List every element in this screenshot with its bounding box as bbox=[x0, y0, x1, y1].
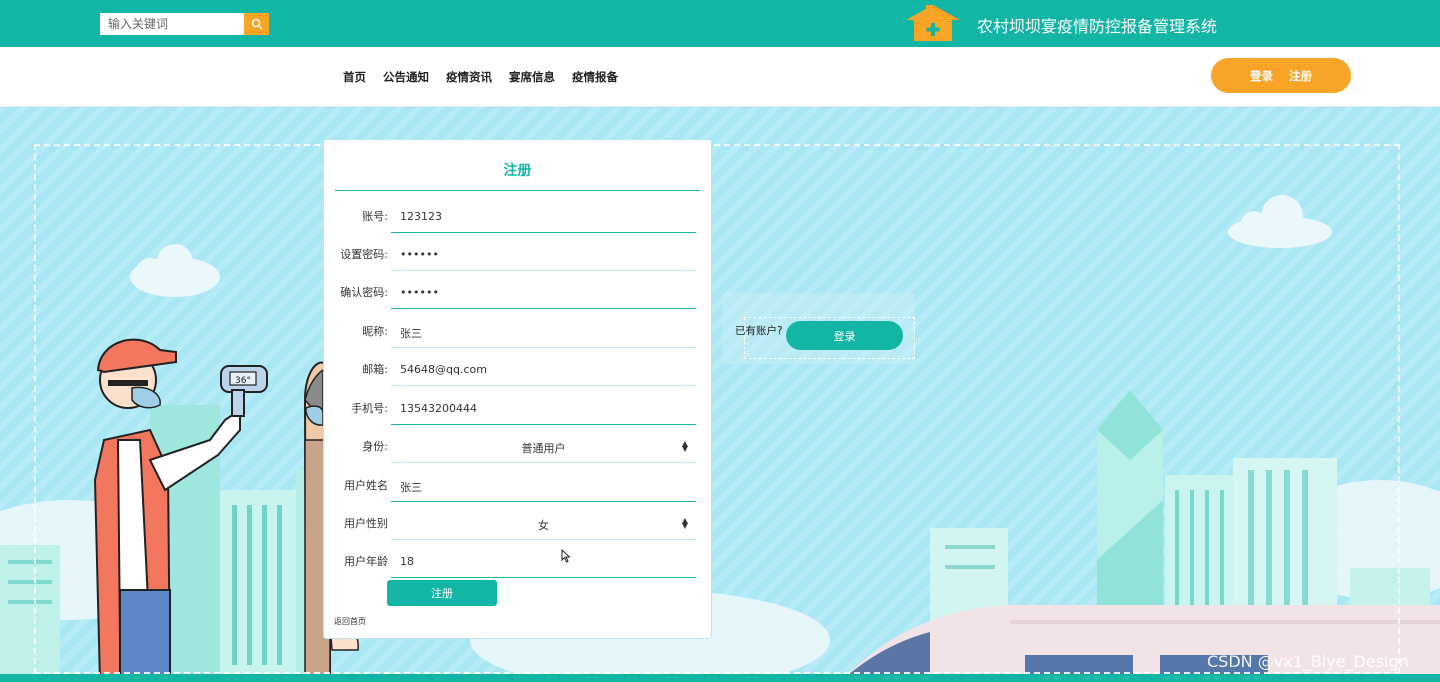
search-input[interactable] bbox=[100, 13, 244, 35]
system-title: 农村坝坝宴疫情防控报备管理系统 bbox=[977, 17, 1218, 36]
field-label: 用户性别 bbox=[344, 517, 388, 530]
search-button[interactable] bbox=[244, 13, 269, 35]
register-card: 注册 账号: 123123 设置密码: •••••• 确认密码: •••••• … bbox=[323, 139, 712, 639]
nav-item-reports[interactable]: 疫情报备 bbox=[572, 69, 618, 85]
field-row-nickname: 昵称: 张三 bbox=[324, 315, 713, 351]
login-prompt-card: 已有账户? 登录 bbox=[722, 293, 915, 364]
auth-button-group: 登录 注册 bbox=[1211, 58, 1351, 93]
select-arrows-icon: ▲ ▼ bbox=[681, 439, 688, 453]
has-account-text: 已有账户? bbox=[735, 325, 783, 337]
email-input[interactable]: 54648@qq.com bbox=[391, 353, 696, 386]
field-label: 账号: bbox=[362, 210, 388, 223]
main-nav: 首页 公告通知 疫情资讯 宴席信息 疫情报备 bbox=[343, 69, 635, 85]
search-icon bbox=[251, 18, 262, 30]
age-input[interactable]: 18 bbox=[391, 545, 696, 578]
field-row-age: 用户年龄 18 bbox=[324, 545, 713, 581]
gender-select-value: 女 bbox=[538, 519, 549, 532]
nav-item-home[interactable]: 首页 bbox=[343, 69, 366, 85]
confirm-password-input[interactable]: •••••• bbox=[391, 276, 696, 309]
logo-house-icon bbox=[906, 5, 960, 41]
field-row-email: 邮箱: 54648@qq.com bbox=[324, 353, 713, 389]
header-login-button[interactable]: 登录 bbox=[1250, 68, 1273, 84]
dashed-frame bbox=[34, 144, 1400, 674]
field-label: 用户年龄 bbox=[344, 555, 388, 568]
field-row-account: 账号: 123123 bbox=[324, 200, 713, 236]
go-login-button[interactable]: 登录 bbox=[786, 321, 903, 350]
field-label: 设置密码: bbox=[340, 248, 388, 261]
bottom-strip bbox=[0, 674, 1440, 682]
identity-select[interactable]: 普通用户 ▲ ▼ bbox=[391, 430, 696, 463]
password-input[interactable]: •••••• bbox=[391, 238, 696, 271]
field-label: 确认密码: bbox=[340, 286, 388, 299]
field-label: 手机号: bbox=[351, 402, 388, 415]
field-row-identity: 身份: 普通用户 ▲ ▼ bbox=[324, 430, 713, 466]
nav-item-announcements[interactable]: 公告通知 bbox=[383, 69, 429, 85]
nickname-input[interactable]: 张三 bbox=[391, 315, 696, 348]
header-register-button[interactable]: 注册 bbox=[1289, 68, 1312, 84]
phone-input[interactable]: 13543200444 bbox=[391, 392, 696, 425]
field-row-phone: 手机号: 13543200444 bbox=[324, 392, 713, 428]
field-row-real-name: 用户姓名 张三 bbox=[324, 469, 713, 505]
field-row-password: 设置密码: •••••• bbox=[324, 238, 713, 274]
select-arrows-icon: ▲ ▼ bbox=[681, 516, 688, 530]
field-row-gender: 用户性别 女 ▲ ▼ bbox=[324, 507, 713, 543]
register-title: 注册 bbox=[335, 160, 700, 191]
account-input[interactable]: 123123 bbox=[391, 200, 696, 233]
nav-bar: 首页 公告通知 疫情资讯 宴席信息 疫情报备 登录 注册 bbox=[0, 47, 1440, 107]
field-label: 昵称: bbox=[362, 325, 388, 338]
nav-item-banquets[interactable]: 宴席信息 bbox=[509, 69, 555, 85]
top-bar: 农村坝坝宴疫情防控报备管理系统 bbox=[0, 0, 1440, 47]
mouse-cursor-icon bbox=[561, 549, 571, 563]
field-row-confirm-password: 确认密码: •••••• bbox=[324, 276, 713, 312]
field-label: 用户姓名 bbox=[344, 479, 388, 492]
identity-select-value: 普通用户 bbox=[521, 442, 566, 455]
field-label: 邮箱: bbox=[362, 363, 388, 376]
gender-select[interactable]: 女 ▲ ▼ bbox=[391, 507, 696, 540]
real-name-input[interactable]: 张三 bbox=[391, 469, 696, 502]
register-submit-button[interactable]: 注册 bbox=[387, 580, 497, 606]
nav-item-news[interactable]: 疫情资讯 bbox=[446, 69, 492, 85]
back-home-link[interactable]: 返回首页 bbox=[334, 616, 366, 627]
field-label: 身份: bbox=[362, 440, 388, 453]
watermark-text: CSDN @vx1_Biye_Design bbox=[1207, 652, 1409, 671]
search-box bbox=[100, 13, 269, 35]
